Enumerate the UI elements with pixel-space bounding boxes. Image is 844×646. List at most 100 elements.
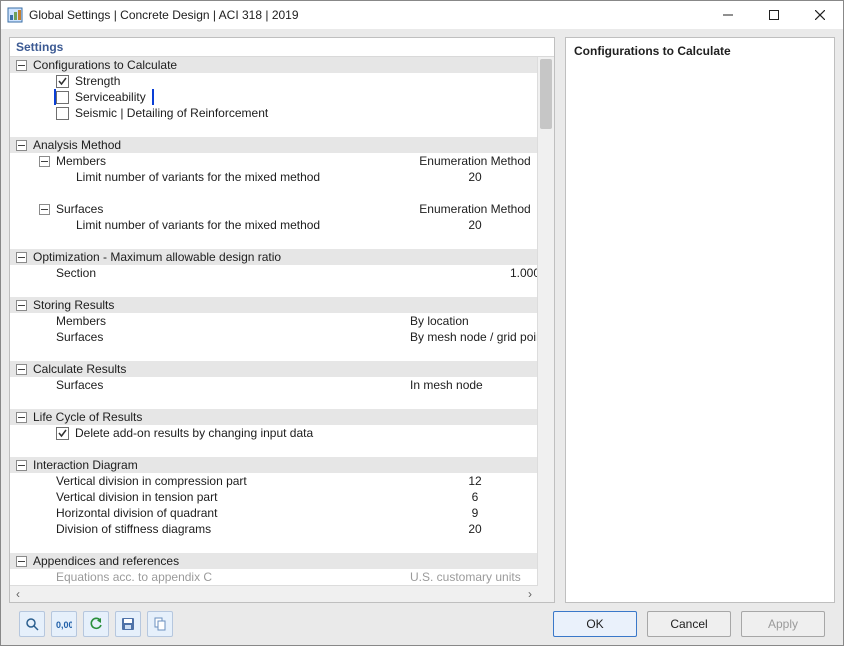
checkbox-strength[interactable] [56,75,69,88]
maximize-button[interactable] [751,1,797,29]
ok-button[interactable]: OK [553,611,637,637]
section-calculate[interactable]: Calculate Results [10,361,538,377]
settings-header: Settings [10,38,554,56]
label-section: Section [56,265,96,281]
label-serviceability: Serviceability [75,89,146,105]
section-title: Life Cycle of Results [33,409,433,425]
row-surfaces-am[interactable]: Surfaces Enumeration Method [10,201,538,217]
settings-pane: Settings Configurations to Calculate [9,37,555,603]
collapse-icon[interactable] [16,60,27,71]
tool-find-button[interactable] [19,611,45,637]
row-delete-addon[interactable]: Delete add-on results by changing input … [10,425,538,441]
value-hquad[interactable]: 9 [410,505,538,521]
titlebar: Global Settings | Concrete Design | ACI … [1,1,843,29]
value-calc-surfaces[interactable]: In mesh node [410,377,538,393]
label-strength: Strength [75,73,120,89]
row-section[interactable]: Section 1.000 -- [10,265,538,281]
row-serviceability[interactable]: Serviceability [10,89,538,105]
row-members-limit[interactable]: Limit number of variants for the mixed m… [10,169,538,185]
value-stiff[interactable]: 20 [410,521,538,537]
tool-save-button[interactable] [115,611,141,637]
section-title: Optimization - Maximum allowable design … [33,249,433,265]
row-vcomp[interactable]: Vertical division in compression part 12 [10,473,538,489]
value-members[interactable]: Enumeration Method [410,153,538,169]
value-members-limit[interactable]: 20 [410,169,538,185]
value-surfaces[interactable]: Enumeration Method [410,201,538,217]
value-vten[interactable]: 6 [410,489,538,505]
toolbar: 0,00 [19,611,173,637]
label-hquad: Horizontal division of quadrant [56,505,217,521]
value-storing-members[interactable]: By location [410,313,538,329]
row-seismic[interactable]: Seismic | Detailing of Reinforcement [10,105,538,121]
row-stiff[interactable]: Division of stiffness diagrams 20 [10,521,538,537]
apply-button-label: Apply [768,617,798,631]
collapse-icon[interactable] [16,460,27,471]
collapse-icon[interactable] [16,556,27,567]
checkbox-seismic[interactable] [56,107,69,120]
label-seismic: Seismic | Detailing of Reinforcement [75,105,268,121]
cancel-button-label: Cancel [670,617,707,631]
section-configs[interactable]: Configurations to Calculate [10,57,538,73]
minimize-button[interactable] [705,1,751,29]
collapse-icon[interactable] [16,252,27,263]
row-members[interactable]: Members Enumeration Method [10,153,538,169]
section-storing[interactable]: Storing Results [10,297,538,313]
section-interaction[interactable]: Interaction Diagram [10,457,538,473]
section-title: Analysis Method [33,137,433,153]
label-vcomp: Vertical division in compression part [56,473,247,489]
collapse-icon[interactable] [16,300,27,311]
close-button[interactable] [797,1,843,29]
window-title: Global Settings | Concrete Design | ACI … [29,8,299,22]
tool-units-button[interactable]: 0,00 [51,611,77,637]
collapse-icon[interactable] [39,156,50,167]
tool-refresh-button[interactable] [83,611,109,637]
scroll-left-icon[interactable]: ‹ [10,586,26,602]
collapse-icon[interactable] [16,412,27,423]
row-appendix-eq[interactable]: Equations acc. to appendix C U.S. custom… [10,569,538,585]
label-appendix-eq: Equations acc. to appendix C [56,569,212,585]
label-vten: Vertical division in tension part [56,489,217,505]
tool-copy-button[interactable] [147,611,173,637]
vertical-scrollbar[interactable] [537,57,554,586]
section-lifecycle[interactable]: Life Cycle of Results [10,409,538,425]
details-header: Configurations to Calculate [574,42,826,60]
svg-text:0,00: 0,00 [56,620,72,630]
label-members: Members [56,153,106,169]
value-surfaces-limit[interactable]: 20 [410,217,538,233]
global-settings-window: Global Settings | Concrete Design | ACI … [0,0,844,646]
ok-button-label: OK [586,617,603,631]
label-storing-surfaces: Surfaces [56,329,103,345]
footer: 0,00 OK Cancel Apply [9,603,835,645]
value-storing-surfaces[interactable]: By mesh node / grid point [410,329,538,345]
cancel-button[interactable]: Cancel [647,611,731,637]
details-pane: Configurations to Calculate [565,37,835,603]
row-strength[interactable]: Strength [10,73,538,89]
row-storing-surfaces[interactable]: Surfaces By mesh node / grid point [10,329,538,345]
apply-button[interactable]: Apply [741,611,825,637]
label-members-limit: Limit number of variants for the mixed m… [76,169,320,185]
section-analysis[interactable]: Analysis Method [10,137,538,153]
checkbox-delete-addon[interactable] [56,427,69,440]
value-section[interactable]: 1.000 [410,265,538,281]
row-calc-surfaces[interactable]: Surfaces In mesh node [10,377,538,393]
section-appendices[interactable]: Appendices and references [10,553,538,569]
section-optimization[interactable]: Optimization - Maximum allowable design … [10,249,538,265]
collapse-icon[interactable] [16,140,27,151]
section-title: Configurations to Calculate [33,57,433,73]
row-vten[interactable]: Vertical division in tension part 6 [10,489,538,505]
label-stiff: Division of stiffness diagrams [56,521,211,537]
value-appendix-eq[interactable]: U.S. customary units [410,569,538,585]
value-vcomp[interactable]: 12 [410,473,538,489]
label-storing-members: Members [56,313,106,329]
row-hquad[interactable]: Horizontal division of quadrant 9 [10,505,538,521]
checkbox-serviceability[interactable] [56,91,69,104]
settings-tree[interactable]: Configurations to Calculate Strength [10,57,538,586]
row-storing-members[interactable]: Members By location [10,313,538,329]
collapse-icon[interactable] [39,204,50,215]
label-surfaces: Surfaces [56,201,103,217]
collapse-icon[interactable] [16,364,27,375]
scroll-right-icon[interactable]: › [522,586,538,602]
label-surfaces-limit: Limit number of variants for the mixed m… [76,217,320,233]
horizontal-scrollbar[interactable]: ‹ › [10,585,538,602]
row-surfaces-limit[interactable]: Limit number of variants for the mixed m… [10,217,538,233]
